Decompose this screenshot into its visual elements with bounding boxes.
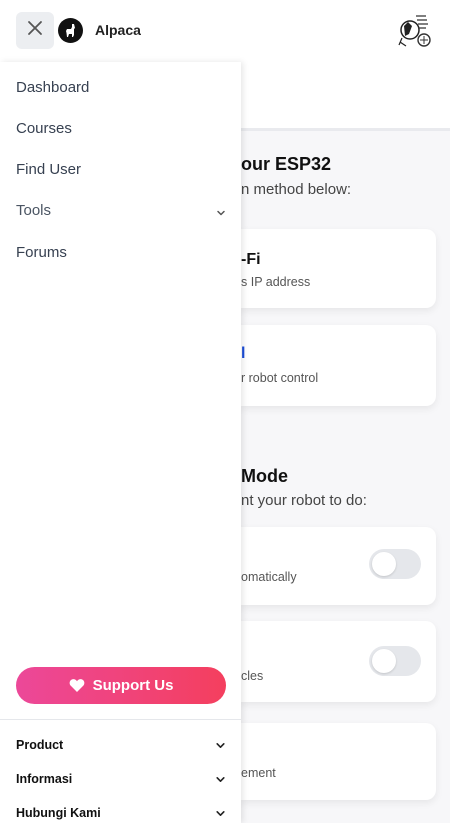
bluetooth-option-desc: r robot control xyxy=(241,371,319,385)
mode-obstacle-desc: cles xyxy=(241,669,264,683)
mode-auto-toggle[interactable] xyxy=(369,549,421,579)
sidebar-item-find-user[interactable]: Find User xyxy=(16,158,226,180)
chevron-down-icon xyxy=(215,808,226,822)
mode-card-obstacle[interactable]: cles xyxy=(241,621,436,702)
sidebar-item-label: Find User xyxy=(16,160,82,178)
sidebar-item-tools[interactable]: Tools xyxy=(16,199,226,221)
footer-item-informasi[interactable]: Informasi xyxy=(16,769,226,789)
top-header: Alpaca xyxy=(0,0,450,62)
wifi-option-card[interactable]: -Fi s IP address xyxy=(241,229,436,308)
connect-section-subtitle: n method below: xyxy=(241,181,352,198)
mode-section-title: Mode xyxy=(241,466,288,486)
wifi-option-desc: s IP address xyxy=(241,275,311,289)
footer-item-product[interactable]: Product xyxy=(16,735,226,755)
connect-section-title: our ESP32 xyxy=(241,154,332,174)
mode-section-subtitle: nt your robot to do: xyxy=(241,492,367,509)
footer-item-label: Informasi xyxy=(16,772,73,786)
sidebar-item-dashboard[interactable]: Dashboard xyxy=(16,76,226,98)
sidebar-drawer: Dashboard Courses Find User Tools Forums… xyxy=(0,62,241,823)
chevron-down-icon xyxy=(215,740,226,754)
page-divider xyxy=(241,128,450,131)
chevron-down-icon xyxy=(216,205,226,222)
footer-item-hubungi-kami[interactable]: Hubungi Kami xyxy=(16,803,226,823)
sidebar-item-forums[interactable]: Forums xyxy=(16,241,226,263)
bluetooth-option-card[interactable]: l r robot control xyxy=(241,325,436,406)
brand-name[interactable]: Alpaca xyxy=(95,22,141,38)
sidebar-item-label: Forums xyxy=(16,243,67,261)
sidebar-item-label: Dashboard xyxy=(16,78,90,96)
mode-auto-desc: omatically xyxy=(241,570,297,584)
close-icon xyxy=(27,20,43,41)
support-us-button[interactable]: Support Us xyxy=(16,667,226,704)
sidebar-item-label: Courses xyxy=(16,119,72,137)
footer-divider xyxy=(0,719,241,720)
bluetooth-option-title: l xyxy=(241,345,246,362)
mode-obstacle-toggle[interactable] xyxy=(369,646,421,676)
mode-card-movement[interactable]: ement xyxy=(241,723,436,800)
mode-card-auto[interactable]: omatically xyxy=(241,527,436,605)
support-us-label: Support Us xyxy=(92,677,174,694)
sidebar-item-courses[interactable]: Courses xyxy=(16,117,226,139)
page-toolbar xyxy=(241,62,450,128)
user-avatar[interactable] xyxy=(396,12,434,50)
mode-movement-desc: ement xyxy=(241,766,276,780)
heart-icon xyxy=(69,678,85,693)
footer-item-label: Product xyxy=(16,738,64,752)
sidebar-item-label: Tools xyxy=(16,201,52,219)
wifi-option-title: -Fi xyxy=(241,251,261,268)
close-menu-button[interactable] xyxy=(16,12,54,49)
alpaca-logo-icon[interactable] xyxy=(58,18,83,43)
chevron-down-icon xyxy=(215,774,226,788)
footer-item-label: Hubungi Kami xyxy=(16,806,101,820)
